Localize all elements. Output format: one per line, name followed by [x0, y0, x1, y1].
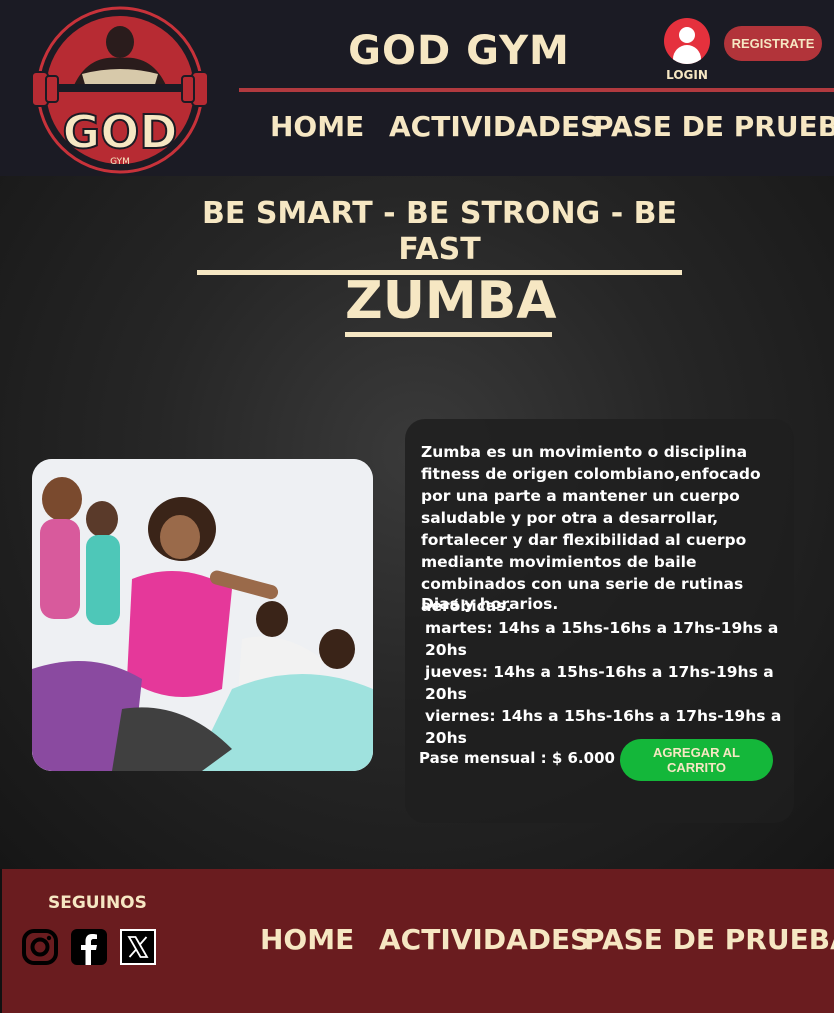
schedule-item: jueves: 14hs a 15hs-16hs a 17hs-19hs a 2…: [425, 663, 774, 703]
nav-activities[interactable]: ACTIVIDADES: [389, 110, 600, 143]
register-button[interactable]: REGISTRATE: [724, 26, 822, 61]
nav-home[interactable]: HOME: [270, 110, 364, 143]
schedule-title: Dias y horarios.: [421, 595, 559, 613]
tagline: BE SMART - BE STRONG - BE FAST: [197, 196, 682, 275]
site-header: GOD GYM GOD GYM LOGIN REGISTRATE HOME AC…: [0, 0, 834, 176]
footer-nav-activities[interactable]: ACTIVIDADES: [379, 923, 590, 956]
logo-subtext: GYM: [110, 157, 130, 167]
login-label: LOGIN: [666, 68, 708, 82]
schedule-item: martes: 14hs a 15hs-16hs a 17hs-19hs a 2…: [425, 619, 779, 659]
nav-trial-pass[interactable]: PASE DE PRUEBA: [593, 110, 834, 143]
header-divider: [239, 88, 834, 92]
site-footer: SEGUINOS HOME ACTIVIDADES PASE DE PRUEBA: [2, 869, 834, 1013]
logo-text: GOD: [62, 105, 177, 159]
schedule-list: martes: 14hs a 15hs-16hs a 17hs-19hs a 2…: [425, 617, 794, 749]
footer-nav-home[interactable]: HOME: [260, 923, 354, 956]
activity-title: ZUMBA: [345, 272, 557, 337]
x-icon[interactable]: [120, 929, 156, 965]
footer-nav-trial-pass[interactable]: PASE DE PRUEBA: [584, 923, 834, 956]
facebook-icon[interactable]: [71, 929, 107, 965]
follow-label: SEGUINOS: [48, 893, 147, 913]
main-content: BE SMART - BE STRONG - BE FAST ZUMBA Zum…: [0, 176, 834, 869]
main-nav: HOME ACTIVIDADES PASE DE PRUEBA: [239, 110, 834, 154]
activity-card: Zumba es un movimiento o disciplina fitn…: [405, 419, 794, 823]
activity-description: Zumba es un movimiento o disciplina fitn…: [421, 443, 761, 615]
instagram-icon[interactable]: [22, 929, 58, 965]
user-icon: [664, 18, 710, 64]
login-button[interactable]: LOGIN: [664, 18, 710, 82]
brand-title: GOD GYM: [348, 28, 570, 74]
monthly-price: Pase mensual : $ 6.000: [419, 749, 615, 767]
gym-logo[interactable]: GOD GYM: [26, 4, 214, 174]
zumba-photo: [32, 459, 373, 771]
add-to-cart-button[interactable]: AGREGAR AL CARRITO: [620, 739, 773, 781]
